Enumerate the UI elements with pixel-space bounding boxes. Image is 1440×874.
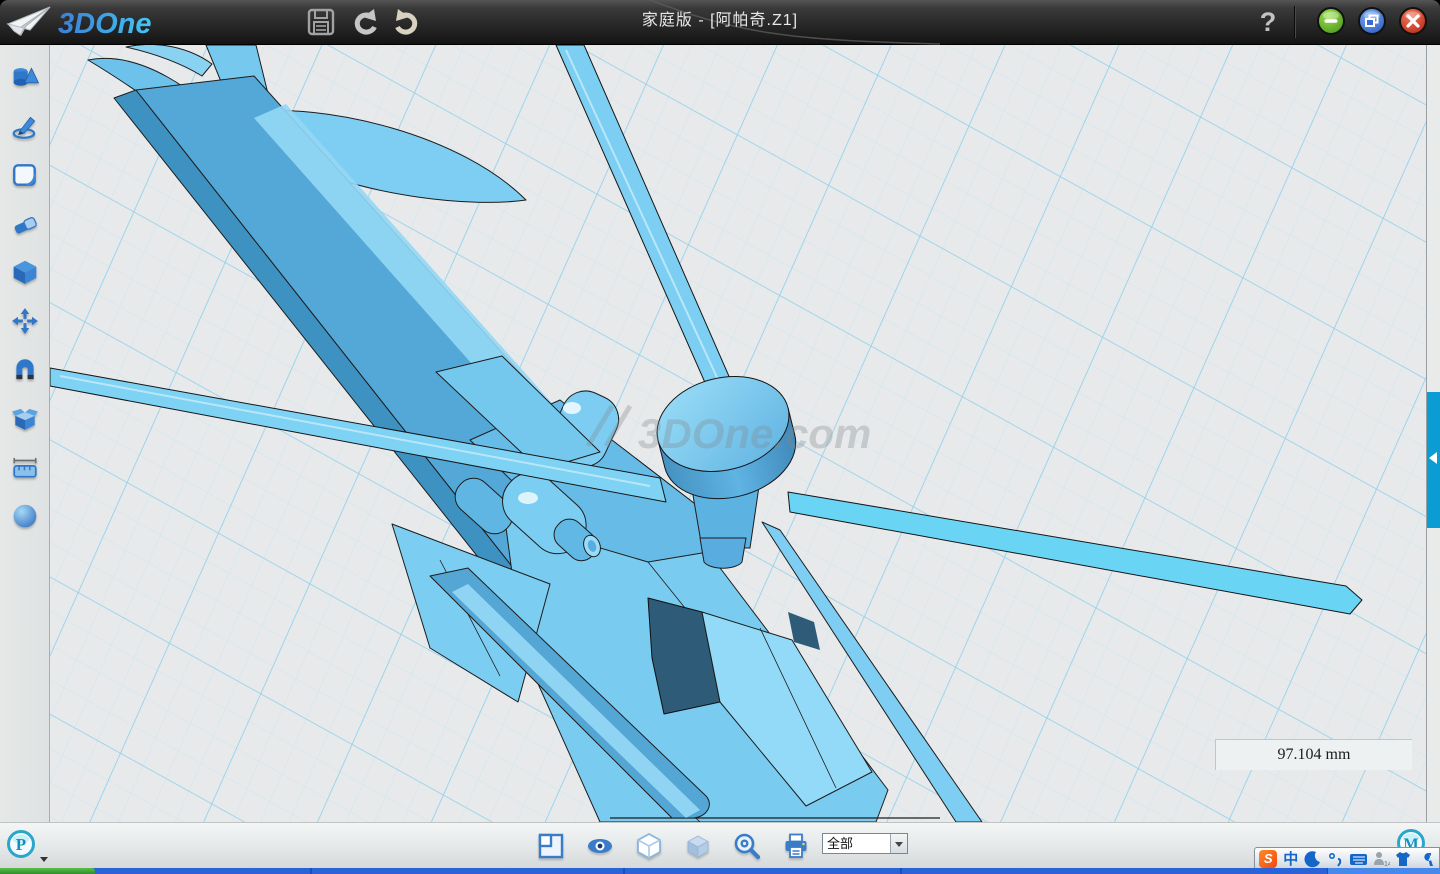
view-orientation-button[interactable] bbox=[537, 832, 565, 860]
ime-fullhalf-toggle[interactable] bbox=[1303, 849, 1323, 868]
shaded-display-button[interactable] bbox=[684, 832, 712, 860]
application-window: 3DOne 家庭版 - [阿帕奇.Z1] ? bbox=[0, 0, 1440, 874]
collapse-arrow-icon bbox=[1429, 452, 1437, 464]
sidebar-item-sketch-edit[interactable] bbox=[11, 161, 39, 189]
minimize-glyph bbox=[1325, 19, 1338, 23]
sidebar-item-sketch-draw[interactable] bbox=[11, 113, 39, 141]
svg-text:P: P bbox=[16, 835, 26, 854]
ime-lang-toggle[interactable]: 中 bbox=[1281, 849, 1301, 868]
zoom-lens-button[interactable] bbox=[733, 832, 761, 860]
wrench-icon bbox=[1417, 850, 1435, 868]
ime-user-button[interactable]: 14 bbox=[1371, 849, 1391, 868]
plugin-badge-p[interactable]: P bbox=[6, 829, 36, 859]
titlebar-divider bbox=[1294, 6, 1295, 38]
watermark-text: 3DOne.com bbox=[638, 410, 871, 457]
viewport-canvas: 3DOne.com bbox=[50, 45, 1426, 822]
engine-highlight bbox=[563, 402, 581, 414]
restore-button[interactable] bbox=[1357, 6, 1387, 36]
tool-sidebar bbox=[0, 45, 50, 822]
panel-collapse-tab[interactable] bbox=[1427, 392, 1440, 528]
ime-language-bar: S 中 bbox=[1254, 847, 1440, 870]
punctuation-icon bbox=[1327, 850, 1345, 868]
svg-text:14: 14 bbox=[1384, 861, 1390, 868]
help-button[interactable]: ? bbox=[1254, 2, 1282, 42]
visibility-eye-button[interactable] bbox=[586, 832, 614, 860]
taskbar-separator bbox=[623, 868, 625, 874]
wireframe-display-button[interactable] bbox=[635, 832, 663, 860]
window-title: 家庭版 - [阿帕奇.Z1] bbox=[0, 0, 1440, 42]
rotor-mast bbox=[700, 538, 746, 568]
chevron-down-icon bbox=[895, 842, 903, 847]
skin-shirt-icon bbox=[1394, 850, 1412, 868]
close-button[interactable] bbox=[1398, 6, 1428, 36]
sidebar-item-solid-edit[interactable] bbox=[11, 258, 39, 286]
taskbar-separator bbox=[310, 868, 312, 874]
os-taskbar[interactable] bbox=[0, 868, 1440, 874]
ime-punctuation-toggle[interactable] bbox=[1326, 849, 1346, 868]
keyboard-icon bbox=[1349, 850, 1368, 868]
sidebar-item-move-transform[interactable] bbox=[11, 307, 39, 335]
start-button-sliver[interactable] bbox=[0, 868, 95, 874]
ime-softkeyboard-button[interactable] bbox=[1348, 849, 1368, 868]
title-bar[interactable]: 3DOne 家庭版 - [阿帕奇.Z1] ? bbox=[0, 0, 1440, 45]
sidebar-item-snap-magnet[interactable] bbox=[11, 356, 39, 384]
display-filter-button[interactable] bbox=[890, 834, 907, 853]
sidebar-item-material-render[interactable] bbox=[11, 502, 39, 530]
status-readout: 97.104 mm bbox=[1215, 739, 1412, 770]
print-button[interactable] bbox=[782, 832, 810, 860]
sidebar-item-special-deform[interactable] bbox=[11, 210, 39, 238]
sidebar-item-primitive-solids[interactable] bbox=[11, 64, 39, 92]
user-icon: 14 bbox=[1372, 850, 1390, 868]
display-filter-select[interactable]: 全部 bbox=[822, 833, 908, 854]
viewport-3d[interactable]: 3DOne.com 97.104 mm bbox=[50, 45, 1426, 822]
moon-icon bbox=[1304, 850, 1322, 868]
sogou-logo-icon: S bbox=[1259, 850, 1277, 868]
right-panel-strip bbox=[1426, 45, 1440, 822]
ime-settings-button[interactable] bbox=[1416, 849, 1436, 868]
taskbar-separator bbox=[900, 868, 902, 874]
ime-skin-button[interactable] bbox=[1393, 849, 1413, 868]
system-tray-sliver bbox=[1327, 868, 1440, 874]
view-toolbar: P bbox=[0, 822, 1440, 868]
ime-logo-button[interactable]: S bbox=[1258, 849, 1278, 868]
sidebar-item-measure[interactable] bbox=[11, 453, 39, 481]
display-filter-value: 全部 bbox=[827, 834, 887, 853]
sidebar-item-assembly-box[interactable] bbox=[11, 404, 39, 432]
minimize-button[interactable] bbox=[1316, 6, 1346, 36]
plugin-dropdown-caret[interactable] bbox=[40, 857, 48, 862]
